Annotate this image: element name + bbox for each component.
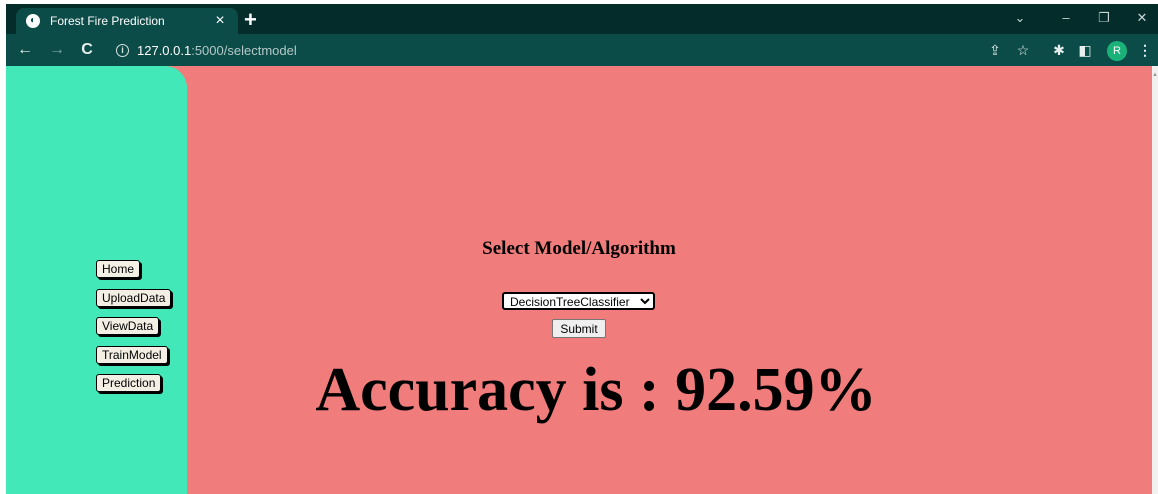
forward-icon[interactable]: → — [46, 39, 68, 61]
scroll-up-icon[interactable]: ▲ — [1152, 72, 1158, 78]
model-select[interactable]: DecisionTreeClassifier — [502, 292, 655, 310]
close-window-icon[interactable]: ✕ — [1132, 10, 1152, 26]
sidebar: Home UploadData ViewData TrainModel Pred… — [6, 66, 187, 494]
tab-title: Forest Fire Prediction — [50, 14, 165, 28]
globe-icon: ◐ — [26, 14, 40, 28]
url-host: 127.0.0.1 — [137, 42, 192, 58]
submit-button[interactable]: Submit — [552, 319, 606, 338]
accuracy-result: Accuracy is : 92.59% — [315, 356, 877, 424]
page-scrollbar[interactable]: ▲ — [1152, 66, 1158, 494]
page-title: Select Model/Algorithm — [482, 238, 676, 259]
sidebar-item-viewdata[interactable]: ViewData — [96, 317, 160, 335]
new-tab-button[interactable]: + — [244, 7, 257, 33]
sidebar-item-home[interactable]: Home — [96, 260, 141, 278]
browser-tab[interactable]: ◐ Forest Fire Prediction × — [16, 8, 238, 34]
browser-toolbar: ← → C i 127.0.0.1:5000/selectmodel ⇪ ☆ ✱… — [6, 34, 1158, 66]
side-panel-icon[interactable]: ◧ — [1076, 41, 1094, 59]
extensions-icon[interactable]: ✱ — [1050, 41, 1068, 59]
tab-close-button[interactable]: × — [212, 13, 228, 29]
share-icon[interactable]: ⇪ — [986, 41, 1004, 59]
tab-search-icon[interactable]: ⌄ — [1010, 10, 1030, 26]
menu-icon[interactable]: ⋮ — [1136, 41, 1154, 59]
reload-icon[interactable]: C — [76, 39, 98, 61]
profile-avatar[interactable]: R — [1107, 41, 1127, 61]
star-icon[interactable]: ☆ — [1014, 41, 1032, 59]
sidebar-item-trainmodel[interactable]: TrainModel — [96, 346, 168, 364]
browser-titlebar: ◐ Forest Fire Prediction × + ⌄ – ❐ ✕ — [6, 4, 1158, 34]
restore-icon[interactable]: ❐ — [1094, 10, 1114, 26]
page-viewport: Home UploadData ViewData TrainModel Pred… — [6, 66, 1152, 494]
info-icon[interactable]: i — [116, 43, 129, 57]
address-bar[interactable]: i 127.0.0.1:5000/selectmodel — [116, 40, 976, 60]
back-icon[interactable]: ← — [14, 39, 36, 61]
sidebar-item-prediction[interactable]: Prediction — [96, 374, 162, 392]
minimize-icon[interactable]: – — [1056, 10, 1076, 26]
sidebar-item-uploaddata[interactable]: UploadData — [96, 289, 172, 307]
url-path: :5000/selectmodel — [191, 42, 297, 58]
